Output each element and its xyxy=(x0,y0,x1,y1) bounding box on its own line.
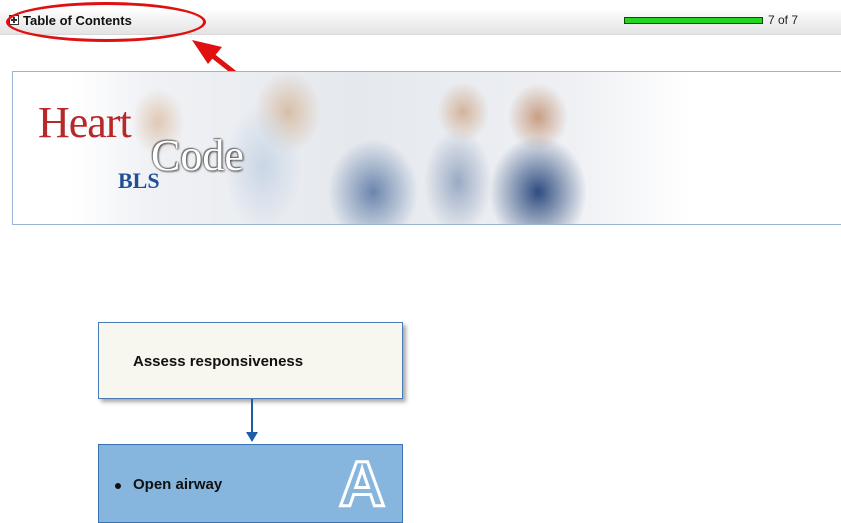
toc-bar: Table of Contents 7 of 7 xyxy=(0,9,841,35)
logo-code-text: Code xyxy=(151,131,244,180)
step-assess-label: Assess responsiveness xyxy=(133,353,304,370)
logo-heart-text: Heart xyxy=(38,98,132,147)
bullet-icon xyxy=(115,483,121,489)
progress-bar-fill xyxy=(625,18,762,23)
step-airway-label: Open airway xyxy=(133,476,223,493)
course-banner: Heart Code BLS xyxy=(12,71,841,225)
toc-toggle-label[interactable]: Table of Contents xyxy=(23,13,132,28)
progress-text: 7 of 7 xyxy=(768,13,799,27)
step-assess-box: Assess responsiveness xyxy=(98,322,403,399)
plus-box-icon[interactable] xyxy=(9,15,19,25)
step-airway-box: Open airway A xyxy=(98,444,403,523)
progress-bar xyxy=(624,17,763,24)
step-airway-letter: A xyxy=(337,447,386,522)
logo-bls-text: BLS xyxy=(118,168,160,193)
arrow-down-icon xyxy=(246,432,258,442)
